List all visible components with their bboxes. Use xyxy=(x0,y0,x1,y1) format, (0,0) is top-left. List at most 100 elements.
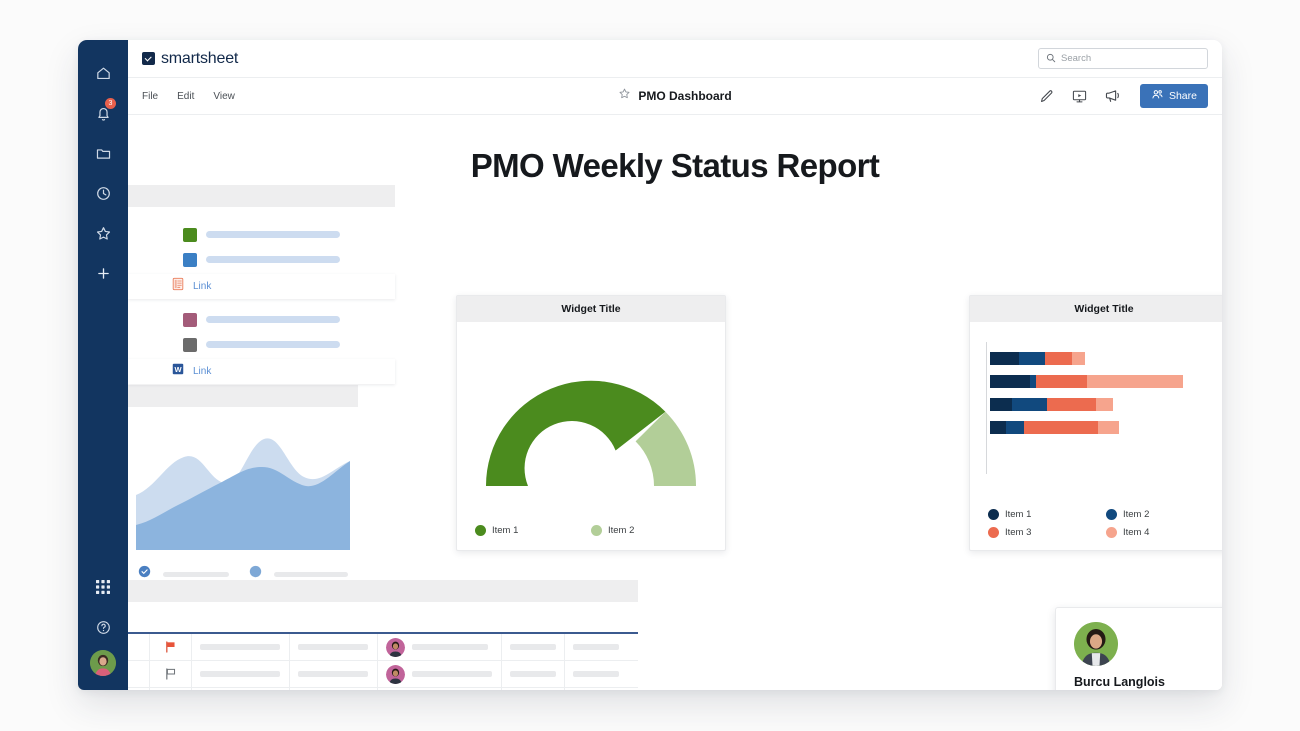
bar-row xyxy=(990,352,1222,365)
color-swatch-blue xyxy=(183,252,197,267)
recents-clock-icon xyxy=(95,185,112,202)
placeholder-bar xyxy=(206,341,340,348)
series-1-indicator-icon[interactable] xyxy=(138,565,151,583)
application-window: 3 smartsheet Search File Edit View PMO D… xyxy=(78,40,1222,690)
legend-color-dot xyxy=(1106,509,1117,520)
table-widget xyxy=(128,580,638,690)
assignee-cell xyxy=(378,634,502,660)
link-item-1[interactable]: Link xyxy=(128,274,395,299)
series-2-indicator-icon[interactable] xyxy=(249,565,262,583)
bar-segment-item-1 xyxy=(990,375,1030,388)
home-icon xyxy=(95,65,112,82)
table-cell xyxy=(192,688,290,690)
help-question-icon xyxy=(95,619,112,636)
share-button[interactable]: Share xyxy=(1139,84,1208,108)
table-cell xyxy=(290,688,378,690)
legend-item[interactable]: Item 1 xyxy=(475,525,591,536)
sidebar-item-favorites[interactable] xyxy=(86,216,120,250)
user-avatar[interactable] xyxy=(90,650,116,676)
flag-cell[interactable] xyxy=(150,634,192,660)
bar-chart-plot xyxy=(986,342,1222,474)
legend-label: Item 1 xyxy=(1005,509,1032,520)
sidebar-item-notifications[interactable]: 3 xyxy=(86,96,120,130)
flag-red-icon xyxy=(166,641,175,653)
area-chart-body xyxy=(128,407,358,595)
gauge-chart-svg xyxy=(485,380,697,486)
legend-item[interactable]: Item 4 xyxy=(1106,527,1222,538)
left-navigation-rail: 3 xyxy=(78,40,128,690)
sidebar-item-home[interactable] xyxy=(86,56,120,90)
links-widget-header xyxy=(128,185,395,207)
bar-segment-item-3 xyxy=(1047,398,1096,411)
link-item-2[interactable]: W Link xyxy=(128,359,395,384)
legend-label: Item 4 xyxy=(1123,527,1150,538)
sidebar-item-browse[interactable] xyxy=(86,136,120,170)
search-placeholder: Search xyxy=(1061,53,1092,64)
notification-badge: 3 xyxy=(105,98,116,109)
assignee-cell xyxy=(378,688,502,690)
content-column: smartsheet Search File Edit View PMO Das… xyxy=(128,40,1222,690)
sidebar-item-help[interactable] xyxy=(86,610,120,644)
menu-item-view[interactable]: View xyxy=(213,91,235,102)
menu-actions: Share xyxy=(1038,84,1208,108)
menu-item-file[interactable]: File xyxy=(142,91,158,102)
color-swatch-gray xyxy=(183,337,197,352)
folder-icon xyxy=(95,145,112,162)
favorites-star-icon xyxy=(95,225,112,242)
legend-color-dot xyxy=(475,525,486,536)
table-row[interactable] xyxy=(128,661,638,688)
contact-name: Burcu Langlois xyxy=(1074,675,1165,689)
table-row[interactable] xyxy=(128,634,638,661)
table-cell xyxy=(502,634,565,660)
table-row[interactable] xyxy=(128,688,638,690)
row-number-cell xyxy=(128,688,150,690)
page-title: PMO Dashboard xyxy=(638,89,732,103)
smartsheet-logo[interactable]: smartsheet xyxy=(142,50,238,68)
sidebar-item-apps[interactable] xyxy=(86,570,120,604)
table-cell xyxy=(192,661,290,687)
search-input[interactable]: Search xyxy=(1038,48,1208,69)
area-chart-widget xyxy=(128,385,358,595)
smartsheet-checkmark-logo-icon xyxy=(142,52,155,65)
sidebar-item-recents[interactable] xyxy=(86,176,120,210)
bar-segment-item-3 xyxy=(1045,352,1072,365)
top-bar-right: Search xyxy=(1038,48,1208,69)
table-cell xyxy=(290,661,378,687)
flag-cell[interactable] xyxy=(150,661,192,687)
legend-item[interactable]: Item 2 xyxy=(1106,509,1222,520)
table-cell xyxy=(290,634,378,660)
bar-segment-item-3 xyxy=(1024,421,1098,434)
row-number-cell xyxy=(128,661,150,687)
gauge-chart-widget: Widget Title Item 1 Item 2 xyxy=(456,295,726,551)
sidebar-item-create[interactable] xyxy=(86,256,120,290)
table-cell xyxy=(502,688,565,690)
top-bar: smartsheet Search xyxy=(128,40,1222,78)
link-label: Link xyxy=(193,366,212,377)
bar-row xyxy=(990,421,1222,434)
edit-pencil-icon[interactable] xyxy=(1038,88,1055,105)
legend-item[interactable]: Item 1 xyxy=(988,509,1106,520)
announcement-megaphone-icon[interactable] xyxy=(1104,87,1122,105)
placeholder-bar xyxy=(274,571,348,577)
bar-chart-body: Item 1 Item 2 Item 3 Item 4 xyxy=(970,322,1222,550)
flag-cell[interactable] xyxy=(150,688,192,690)
svg-text:W: W xyxy=(174,365,182,374)
gauge-legend: Item 1 Item 2 xyxy=(475,525,707,536)
color-swatch-green xyxy=(183,227,197,242)
legend-item[interactable]: Item 3 xyxy=(988,527,1106,538)
legend-color-dot xyxy=(1106,527,1117,538)
bar-segment-item-4 xyxy=(1098,421,1119,434)
bar-chart-legend: Item 1 Item 2 Item 3 Item 4 xyxy=(988,509,1222,538)
apps-grid-icon xyxy=(95,579,111,595)
legend-item[interactable]: Item 2 xyxy=(591,525,707,536)
menu-item-edit[interactable]: Edit xyxy=(177,91,194,102)
bar-segment-item-1 xyxy=(990,398,1012,411)
share-people-icon xyxy=(1151,88,1164,104)
presentation-icon[interactable] xyxy=(1071,88,1088,105)
links-widget: Link W Link xyxy=(128,185,395,385)
star-outline-icon[interactable] xyxy=(618,87,631,105)
bar-segment-item-4 xyxy=(1096,398,1113,411)
contact-avatar xyxy=(1074,622,1118,666)
links-row xyxy=(128,222,395,247)
contact-card[interactable]: Burcu Langlois langlois@mbfcorp.com (425… xyxy=(1055,607,1222,690)
